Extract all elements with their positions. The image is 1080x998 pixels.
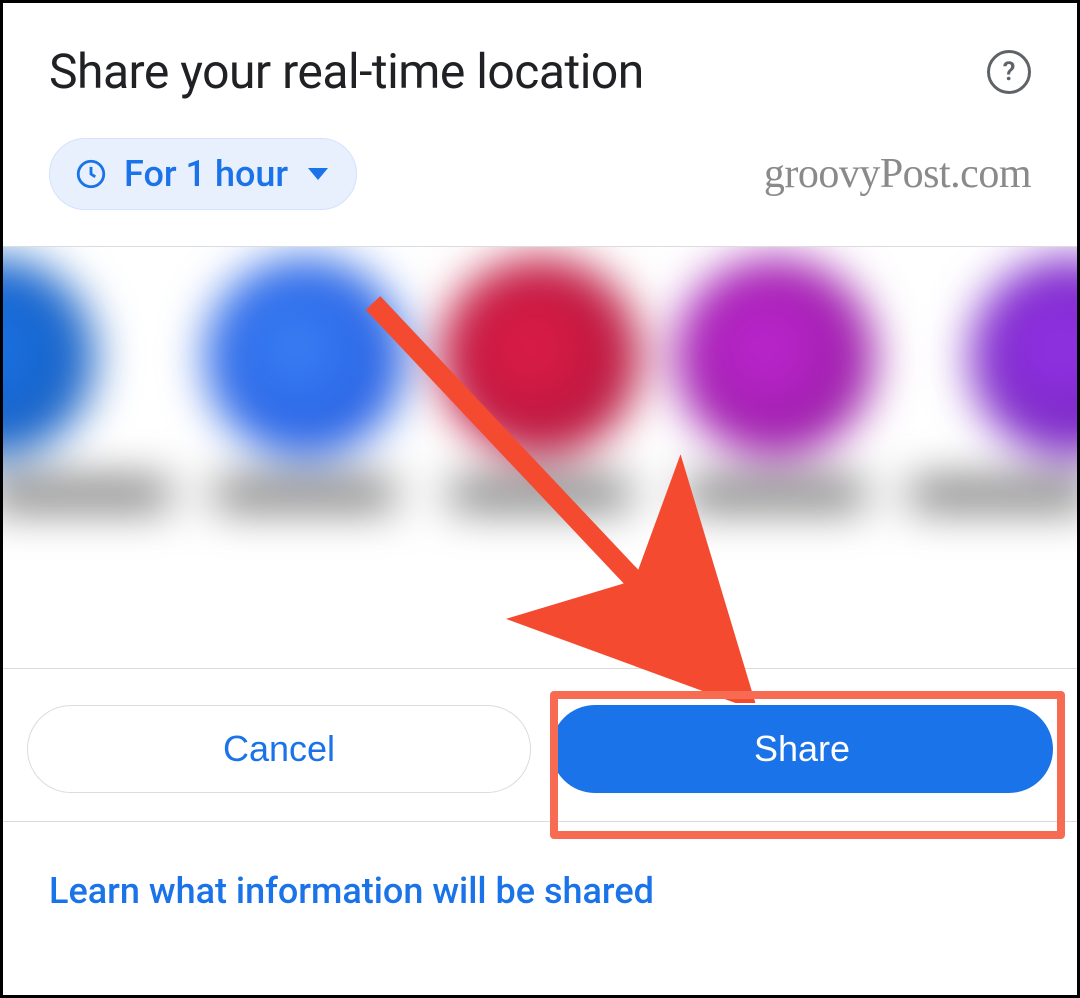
dialog-title: Share your real-time location <box>49 43 644 100</box>
share-button[interactable]: Share <box>551 705 1053 793</box>
blurred-contacts <box>3 247 1077 669</box>
dialog-header: Share your real-time location ? <box>3 3 1077 120</box>
action-row: Cancel Share <box>3 669 1077 821</box>
duration-chip[interactable]: For 1 hour <box>49 138 357 210</box>
share-location-dialog: Share your real-time location ? For 1 ho… <box>0 0 1080 998</box>
learn-more-link[interactable]: Learn what information will be shared <box>49 840 654 912</box>
dialog-footer: Learn what information will be shared <box>3 821 1077 912</box>
duration-chip-label: For 1 hour <box>124 153 288 195</box>
contacts-carousel[interactable] <box>3 247 1077 669</box>
chevron-down-icon <box>308 168 328 180</box>
help-icon[interactable]: ? <box>987 50 1031 94</box>
duration-row: For 1 hour groovyPost.com <box>3 120 1077 240</box>
clock-icon <box>74 157 108 191</box>
watermark-text: groovyPost.com <box>764 150 1031 198</box>
cancel-button[interactable]: Cancel <box>27 705 531 793</box>
